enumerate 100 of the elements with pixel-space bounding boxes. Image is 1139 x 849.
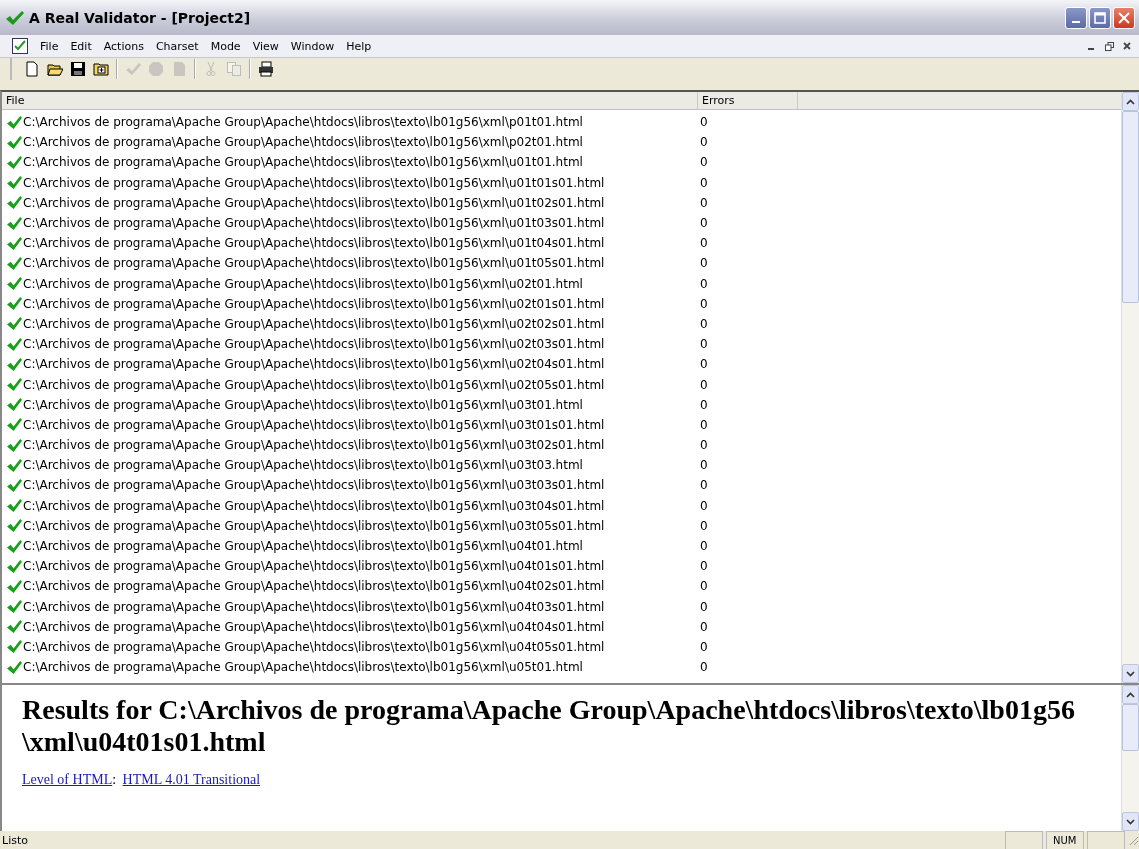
save-icon[interactable] bbox=[70, 61, 86, 77]
num-lock-indicator: NUM bbox=[1046, 830, 1084, 849]
menu-item[interactable]: File bbox=[34, 39, 65, 53]
error-count-cell: 0 bbox=[700, 639, 708, 654]
error-count-cell: 0 bbox=[700, 377, 708, 392]
file-path-cell-text: C:\Archivos de programa\Apache Group\Apache\htdocs\libros\texto\lb01g56\xml\u03t03s01.html bbox=[23, 478, 606, 493]
error-count-cell: 0 bbox=[700, 498, 708, 513]
menu-item[interactable]: View bbox=[246, 39, 285, 53]
printer-icon[interactable] bbox=[258, 61, 274, 77]
window-title: A Real Validator - [Project2] bbox=[29, 9, 251, 26]
file-path-cell-text: C:\Archivos de programa\Apache Group\Apache\htdocs\libros\texto\lb01g56\xml\u02t05s01.html bbox=[23, 377, 606, 392]
folder-icon[interactable] bbox=[47, 61, 63, 77]
error-count-cell: 0 bbox=[700, 337, 708, 352]
error-count-cell: 0 bbox=[700, 296, 708, 311]
caret-down-icon bbox=[1126, 818, 1135, 825]
file-path-cell-text: C:\Archivos de programa\Apache Group\Apache\htdocs\libros\texto\lb01g56\xml\u04t01s01.html bbox=[23, 559, 606, 574]
file-path-cell-text: C:\Archivos de programa\Apache Group\Apache\htdocs\libros\texto\lb01g56\xml\u01t02s01.html bbox=[23, 195, 606, 210]
menu-item[interactable]: Edit bbox=[64, 39, 98, 53]
file-path-cell-text: C:\Archivos de programa\Apache Group\Apache\htdocs\libros\texto\lb01g56\xml\u03t02s01.html bbox=[23, 438, 606, 453]
maximize-button[interactable] bbox=[1089, 6, 1111, 29]
scroll-thumb[interactable] bbox=[1122, 111, 1139, 303]
error-count-cell: 0 bbox=[700, 216, 708, 231]
caret-up-icon bbox=[1126, 691, 1135, 698]
vertical-scrollbar[interactable] bbox=[1121, 92, 1139, 683]
error-count-cell: 0 bbox=[700, 660, 708, 675]
menu-item[interactable]: Help bbox=[340, 39, 378, 53]
error-count-cell: 0 bbox=[700, 236, 708, 251]
error-count-cell: 0 bbox=[700, 559, 708, 574]
scroll-down-button[interactable] bbox=[1122, 812, 1139, 831]
error-count-cell: 0 bbox=[700, 539, 708, 554]
file-path-cell-text: C:\Archivos de programa\Apache Group\Apache\htdocs\libros\texto\lb01g56\xml\u04t02s01.html bbox=[23, 579, 606, 594]
file-path-cell-text: C:\Archivos de programa\Apache Group\Apache\htdocs\libros\texto\lb01g56\xml\u02t03s01.html bbox=[23, 337, 606, 352]
column-header[interactable]: Errors bbox=[698, 92, 798, 109]
file-path-cell-text: C:\Archivos de programa\Apache Group\Apache\htdocs\libros\texto\lb01g56\xml\u04t05s01.html bbox=[23, 639, 606, 654]
restore-icon bbox=[1104, 41, 1114, 51]
scroll-thumb[interactable] bbox=[1122, 704, 1139, 751]
folder-plus-icon[interactable] bbox=[93, 61, 109, 77]
error-count-cell: 0 bbox=[700, 155, 708, 170]
error-count-cell: 0 bbox=[700, 357, 708, 372]
error-count-cell: 0 bbox=[700, 175, 708, 190]
file-path-cell-text: C:\Archivos de programa\Apache Group\Apache\htdocs\libros\texto\lb01g56\xml\u03t04s01.html bbox=[23, 498, 606, 513]
error-count-cell: 0 bbox=[700, 115, 708, 130]
file-path-cell-text: C:\Archivos de programa\Apache Group\Apache\htdocs\libros\texto\lb01g56\xml\u02t01s01.html bbox=[23, 296, 606, 311]
error-count-cell: 0 bbox=[700, 478, 708, 493]
scroll-up-button[interactable] bbox=[1122, 685, 1139, 704]
file-path-cell-text: C:\Archivos de programa\Apache Group\Apache\htdocs\libros\texto\lb01g56\xml\u01t04s01.html bbox=[23, 236, 606, 251]
checkbox-icon[interactable] bbox=[12, 38, 28, 54]
file-path-cell-text: C:\Archivos de programa\Apache Group\Apache\htdocs\libros\texto\lb01g56\xml\u04t03s01.html bbox=[23, 599, 606, 614]
status-panel bbox=[1087, 830, 1125, 849]
caret-down-icon bbox=[1126, 670, 1135, 677]
minimize-icon bbox=[1072, 20, 1080, 23]
error-count-cell: 0 bbox=[700, 579, 708, 594]
menu-item[interactable]: Actions bbox=[97, 39, 150, 53]
error-count-cell: 0 bbox=[700, 135, 708, 150]
error-count-cell: 0 bbox=[700, 276, 708, 291]
file-path-cell-text: C:\Archivos de programa\Apache Group\Apache\htdocs\libros\texto\lb01g56\xml\u01t01s01.html bbox=[23, 175, 606, 190]
file-path-cell-text: C:\Archivos de programa\Apache Group\Apache\htdocs\libros\texto\lb01g56\xml\u02t04s01.html bbox=[23, 357, 606, 372]
scroll-down-button[interactable] bbox=[1122, 664, 1139, 683]
file-path-cell-text: C:\Archivos de programa\Apache Group\Apache\htdocs\libros\texto\lb01g56\xml\u01t05s01.html bbox=[23, 256, 606, 271]
minimize-button[interactable] bbox=[1065, 6, 1087, 29]
file-path-cell-text: C:\Archivos de programa\Apache Group\Apache\htdocs\libros\texto\lb01g56\xml\u02t02s01.html bbox=[23, 316, 606, 331]
close-button[interactable] bbox=[1113, 6, 1135, 29]
menu-item[interactable]: Window bbox=[284, 39, 341, 53]
file-path-cell-text: C:\Archivos de programa\Apache Group\Apache\htdocs\libros\texto\lb01g56\xml\p01t01.html bbox=[23, 115, 584, 130]
checkmark-icon bbox=[5, 9, 25, 26]
status-text: Listo bbox=[2, 833, 29, 847]
error-count-cell: 0 bbox=[700, 518, 708, 533]
error-count-cell: 0 bbox=[700, 619, 708, 634]
close-icon bbox=[1118, 11, 1130, 24]
error-count-cell: 0 bbox=[700, 458, 708, 473]
error-count-cell: 0 bbox=[700, 438, 708, 453]
close-icon bbox=[1123, 42, 1131, 50]
error-count-cell: 0 bbox=[700, 195, 708, 210]
error-count-cell: 0 bbox=[700, 417, 708, 432]
minimize-icon bbox=[1088, 48, 1094, 50]
maximize-icon bbox=[1094, 11, 1106, 24]
status-panel bbox=[1005, 830, 1043, 849]
error-count-cell: 0 bbox=[700, 599, 708, 614]
resize-grip-icon[interactable] bbox=[1127, 834, 1139, 846]
file-path-cell-text: C:\Archivos de programa\Apache Group\Apache\htdocs\libros\texto\lb01g56\xml\u04t04s01.html bbox=[23, 619, 606, 634]
file-path-cell-text: C:\Archivos de programa\Apache Group\Apache\htdocs\libros\texto\lb01g56\xml\p02t01.html bbox=[23, 135, 584, 150]
menu-item[interactable]: Mode bbox=[204, 39, 247, 53]
file-path-cell-text: C:\Archivos de programa\Apache Group\Apache\htdocs\libros\texto\lb01g56\xml\u03t01.html bbox=[23, 397, 584, 412]
separator-text: : bbox=[112, 772, 117, 787]
vertical-scrollbar[interactable] bbox=[1121, 685, 1139, 831]
file-path-cell-text: C:\Archivos de programa\Apache Group\Apache\htdocs\libros\texto\lb01g56\xml\u05t01.html bbox=[23, 660, 584, 675]
scroll-up-button[interactable] bbox=[1122, 92, 1139, 111]
error-count-cell: 0 bbox=[700, 316, 708, 331]
html-version-link[interactable]: HTML 4.01 Transitional bbox=[122, 772, 261, 787]
error-count-cell: 0 bbox=[700, 256, 708, 271]
file-path-cell-text: C:\Archivos de programa\Apache Group\Apache\htdocs\libros\texto\lb01g56\xml\u03t03.html bbox=[23, 458, 584, 473]
file-path-cell-text: C:\Archivos de programa\Apache Group\Apache\htdocs\libros\texto\lb01g56\xml\u01t01.html bbox=[23, 155, 584, 170]
column-header[interactable]: File bbox=[2, 92, 698, 109]
menu-item[interactable]: Charset bbox=[149, 39, 205, 53]
new-file-icon[interactable] bbox=[24, 61, 40, 77]
file-path-cell-text: C:\Archivos de programa\Apache Group\Apache\htdocs\libros\texto\lb01g56\xml\u03t05s01.html bbox=[23, 518, 606, 533]
file-path-cell-text: C:\Archivos de programa\Apache Group\Apache\htdocs\libros\texto\lb01g56\xml\u03t01s01.html bbox=[23, 417, 606, 432]
error-count-cell: 0 bbox=[700, 397, 708, 412]
caret-up-icon bbox=[1126, 98, 1135, 105]
file-path-cell-text: C:\Archivos de programa\Apache Group\Apache\htdocs\libros\texto\lb01g56\xml\u02t01.html bbox=[23, 276, 584, 291]
